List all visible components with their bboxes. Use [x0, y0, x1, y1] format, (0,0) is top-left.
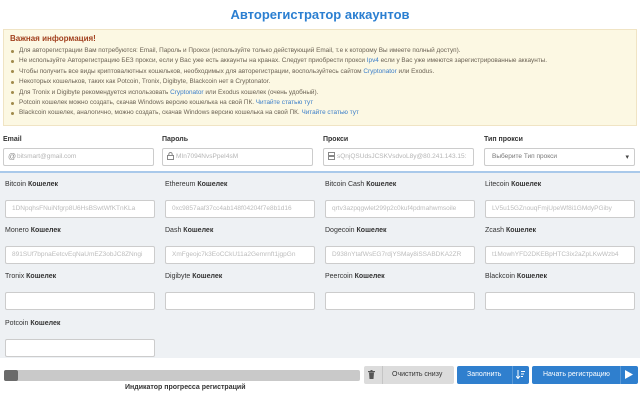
cryptonator-link[interactable]: Cryptonator [170, 89, 203, 96]
proxy-type-label: Тип прокси [484, 136, 523, 143]
wallet-label: Zcash Кошелек [485, 227, 537, 234]
cryptonator-link[interactable]: Cryptonator [363, 68, 396, 75]
wallet-tronix: Tronix Кошелек [0, 265, 156, 311]
wallet-monero: Monero Кошелек 891SUf7bpnaEetcvEqNaUmEZ3… [0, 219, 156, 265]
wallet-input-bitcoin-cash[interactable]: qrtv3azpqgwlet299p2c0kuf4pdmahwmsoile [325, 200, 475, 218]
info-item: Blackcoin кошелек, аналогично, можно соз… [10, 108, 630, 118]
wallet-peercoin: Peercoin Кошелек [320, 265, 476, 311]
wallet-blackcoin: Blackcoin Кошелек [480, 265, 636, 311]
wallet-input-dogecoin[interactable]: D938nYtafWsEG7rdjYSMay8iSSABDKA2ZR [325, 246, 475, 264]
info-item: Некоторых кошельков, таких как Potcoin, … [10, 77, 630, 87]
button-divider [512, 366, 513, 384]
wallet-input-zcash[interactable]: t1MowhYFD2DKEBpHTC3ix2aZpLKwWzb4 [485, 246, 635, 264]
clear-button[interactable]: Очистить снизу [364, 366, 454, 384]
server-icon [328, 152, 335, 162]
fill-button[interactable]: Заполнить [457, 366, 529, 384]
info-title: Важная информация! [10, 34, 96, 43]
wallet-label: Bitcoin Cash Кошелек [325, 181, 397, 188]
info-item: Для Tronix и Digibyte рекомендуется испо… [10, 88, 630, 98]
info-panel: Важная информация! Для авторегистрации В… [3, 29, 637, 126]
proxy-field[interactable]: sQnjQSUdsJCSKVsdvoL8y@80.241.143.15: [323, 148, 474, 166]
info-item: Не используйте Авторегистрацию БЕЗ прокс… [10, 56, 630, 66]
clear-button-label: Очистить снизу [392, 371, 443, 378]
wallet-label: Monero Кошелек [5, 227, 61, 234]
info-item: Potcoin кошелек можно создать, скачав Wi… [10, 98, 630, 108]
wallet-potcoin: Potcoin Кошелек [0, 312, 156, 358]
wallet-label: Litecoin Кошелек [485, 181, 542, 188]
wallet-bitcoin: Bitcoin Кошелек 1DNpqhsFNuiNfgrp8U6HsBSw… [0, 173, 156, 219]
proxy-type-value: Выберите Тип прокси [492, 153, 558, 160]
wallet-label: Digibyte Кошелек [165, 273, 223, 280]
button-divider [620, 366, 621, 384]
wallet-bitcoin-cash: Bitcoin Cash Кошелек qrtv3azpqgwlet299p2… [320, 173, 476, 219]
wallet-zcash: Zcash Кошелек t1MowhYFD2DKEBpHTC3ix2aZpL… [480, 219, 636, 265]
sort-icon [515, 370, 525, 381]
info-list: Для авторегистрации Вам потребуются: Ema… [10, 46, 630, 119]
proxy-type-select[interactable]: Выберите Тип прокси ▾ [484, 148, 635, 166]
wallet-input-digibyte[interactable] [165, 292, 315, 310]
wallets-panel: Bitcoin Кошелек 1DNpqhsFNuiNfgrp8U6HsBSw… [0, 171, 640, 358]
password-group: Пароль MIn7094NvsPpeI4sM [162, 136, 313, 166]
wallet-input-peercoin[interactable] [325, 292, 475, 310]
wallet-label: Tronix Кошелек [5, 273, 57, 280]
wallet-input-dash[interactable]: XmFgeojc7k3EoCCkU11a2Gemrnft1jgpGn [165, 246, 315, 264]
start-button-label: Начать регистрацию [543, 371, 610, 378]
proxy-placeholder: sQnjQSUdsJCSKVsdvoL8y@80.241.143.15: [337, 153, 467, 160]
at-icon: @ [8, 152, 17, 161]
wallet-label: Peercoin Кошелек [325, 273, 385, 280]
wallet-input-bitcoin[interactable]: 1DNpqhsFNuiNfgrp8U6HsBSwtWfKTnKLa [5, 200, 155, 218]
progress-label: Индикатор прогресса регистраций [125, 384, 246, 391]
email-placeholder: bitsmart@gmail.com [17, 153, 77, 160]
wallet-dash: Dash Кошелек XmFgeojc7k3EoCCkU11a2Gemrnf… [160, 219, 316, 265]
wallet-litecoin: Litecoin Кошелек LV5u15GZnouqFmjUpeWf8i1… [480, 173, 636, 219]
info-item: Чтобы получить все виды криптовалютных к… [10, 67, 630, 77]
password-placeholder: MIn7094NvsPpeI4sM [176, 153, 239, 160]
registration-progress-bar [4, 370, 360, 381]
wallet-input-blackcoin[interactable] [485, 292, 635, 310]
wallet-label: Potcoin Кошелек [5, 320, 61, 327]
ipv4-link[interactable]: Ipv4 [367, 57, 379, 64]
wallet-input-monero[interactable]: 891SUf7bpnaEetcvEqNaUmEZ3obJC8ZNngi [5, 246, 155, 264]
lock-icon [167, 152, 174, 162]
info-item: Для авторегистрации Вам потребуются: Ema… [10, 46, 630, 56]
proxy-group: Прокси sQnjQSUdsJCSKVsdvoL8y@80.241.143.… [323, 136, 474, 166]
play-icon [625, 370, 633, 381]
wallet-ethereum: Ethereum Кошелек 0xc9857aaf37cc4ab148f04… [160, 173, 316, 219]
account-fields: Email @ bitsmart@gmail.com Пароль MIn709… [0, 136, 640, 168]
potcoin-article-link[interactable]: Читайте статью тут [256, 99, 313, 106]
blackcoin-article-link[interactable]: Читайте статью тут [301, 109, 358, 116]
wallet-label: Dogecoin Кошелек [325, 227, 387, 234]
button-divider [382, 366, 383, 384]
password-field[interactable]: MIn7094NvsPpeI4sM [162, 148, 313, 166]
start-registration-button[interactable]: Начать регистрацию [532, 366, 638, 384]
proxy-label: Прокси [323, 136, 349, 143]
wallet-input-litecoin[interactable]: LV5u15GZnouqFmjUpeWf8i1GMdyPGiby [485, 200, 635, 218]
fill-button-label: Заполнить [467, 371, 502, 378]
wallet-input-tronix[interactable] [5, 292, 155, 310]
chevron-down-icon: ▾ [625, 154, 629, 161]
wallet-label: Blackcoin Кошелек [485, 273, 547, 280]
page-title: Авторегистратор аккаунтов [230, 7, 410, 22]
progress-fill [4, 370, 19, 381]
wallet-input-ethereum[interactable]: 0xc9857aaf37cc4ab148f04204f7e8b1d16 [165, 200, 315, 218]
trash-icon [368, 370, 382, 381]
email-group: Email @ bitsmart@gmail.com [3, 136, 154, 166]
email-field[interactable]: @ bitsmart@gmail.com [3, 148, 154, 166]
password-label: Пароль [162, 136, 189, 143]
wallet-label: Bitcoin Кошелек [5, 181, 58, 188]
proxy-type-group: Тип прокси Выберите Тип прокси ▾ [484, 136, 635, 166]
wallet-label: Dash Кошелек [165, 227, 214, 234]
wallet-dogecoin: Dogecoin Кошелек D938nYtafWsEG7rdjYSMay8… [320, 219, 476, 265]
wallet-input-potcoin[interactable] [5, 339, 155, 357]
wallet-digibyte: Digibyte Кошелек [160, 265, 316, 311]
email-label: Email [3, 136, 22, 143]
wallet-label: Ethereum Кошелек [165, 181, 228, 188]
